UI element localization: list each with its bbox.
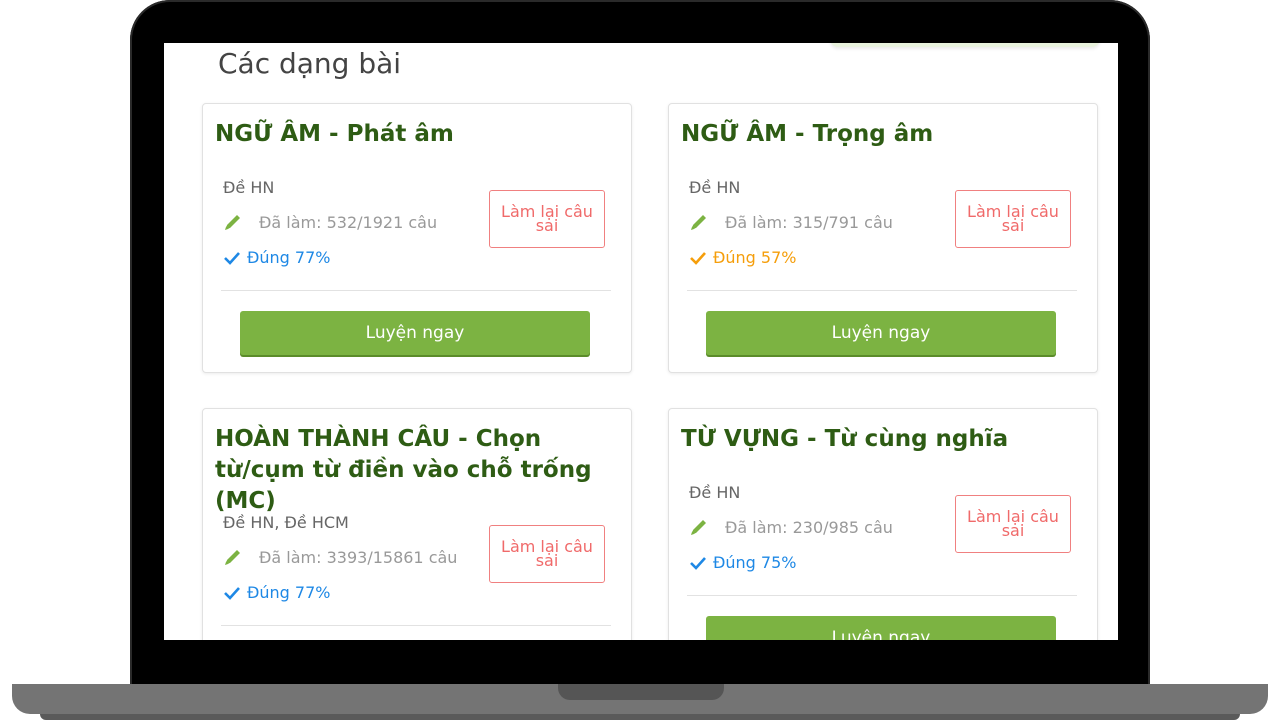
pencil-icon [225, 215, 240, 230]
laptop-base-shadow [40, 714, 1240, 720]
redo-wrong-button[interactable]: Làm lại câu sai [489, 525, 605, 583]
card-title: NGỮ ÂM - Phát âm [215, 121, 454, 147]
correct-text: Đúng 77% [247, 248, 331, 267]
practice-button[interactable]: Luyện ngay [706, 616, 1056, 640]
correct-text: Đúng 57% [713, 248, 797, 267]
progress-row: Đã làm: 532/1921 câu [223, 212, 437, 232]
progress-text: Đã làm: 315/791 câu [725, 212, 893, 232]
exercise-card: NGỮ ÂM - Phát âm Đề HN Đã làm: 532/1921 … [202, 103, 632, 373]
card-tags: Đề HN [223, 178, 275, 197]
progress-text: Đã làm: 230/985 câu [725, 517, 893, 537]
progress-row: Đã làm: 230/985 câu [689, 517, 893, 537]
check-icon [690, 251, 706, 265]
correct-row: Đúng 77% [223, 248, 330, 267]
card-title: TỪ VỰNG - Từ cùng nghĩa [681, 426, 1009, 452]
section-title: Các dạng bài [218, 47, 402, 80]
exercise-card: HOÀN THÀNH CÂU - Chọn từ/cụm từ điền vào… [202, 408, 632, 640]
card-tags: Đề HN [689, 483, 741, 502]
check-icon [224, 251, 240, 265]
pencil-icon [691, 520, 706, 535]
progress-row: Đã làm: 3393/15861 câu [223, 547, 457, 567]
pencil-icon [225, 550, 240, 565]
correct-row: Đúng 75% [689, 553, 796, 572]
card-title: HOÀN THÀNH CÂU - Chọn từ/cụm từ điền vào… [215, 426, 592, 514]
check-icon [224, 586, 240, 600]
check-icon [690, 556, 706, 570]
progress-text: Đã làm: 3393/15861 câu [259, 547, 458, 567]
card-title: NGỮ ÂM - Trọng âm [681, 121, 934, 147]
progress-row: Đã làm: 315/791 câu [689, 212, 893, 232]
progress-text: Đã làm: 532/1921 câu [259, 212, 438, 232]
screen: Các dạng bài NGỮ ÂM - Phát âm Đề HN Đã l… [164, 43, 1118, 640]
laptop-notch [558, 684, 724, 700]
exercise-card: TỪ VỰNG - Từ cùng nghĩa Đề HN Đã làm: 23… [668, 408, 1098, 640]
header-strip [830, 43, 1100, 47]
correct-row: Đúng 57% [689, 248, 796, 267]
practice-button[interactable]: Luyện ngay [240, 311, 590, 355]
correct-text: Đúng 75% [713, 553, 797, 572]
pencil-icon [691, 215, 706, 230]
card-tags: Đề HN, Đề HCM [223, 513, 349, 532]
correct-text: Đúng 77% [247, 583, 331, 602]
card-divider [221, 625, 611, 626]
redo-wrong-button[interactable]: Làm lại câu sai [955, 495, 1071, 553]
correct-row: Đúng 77% [223, 583, 330, 602]
exercise-card: NGỮ ÂM - Trọng âm Đề HN Đã làm: 315/791 … [668, 103, 1098, 373]
redo-wrong-button[interactable]: Làm lại câu sai [489, 190, 605, 248]
card-divider [221, 290, 611, 291]
redo-wrong-button[interactable]: Làm lại câu sai [955, 190, 1071, 248]
card-divider [687, 290, 1077, 291]
card-divider [687, 595, 1077, 596]
card-tags: Đề HN [689, 178, 741, 197]
practice-button[interactable]: Luyện ngay [706, 311, 1056, 355]
